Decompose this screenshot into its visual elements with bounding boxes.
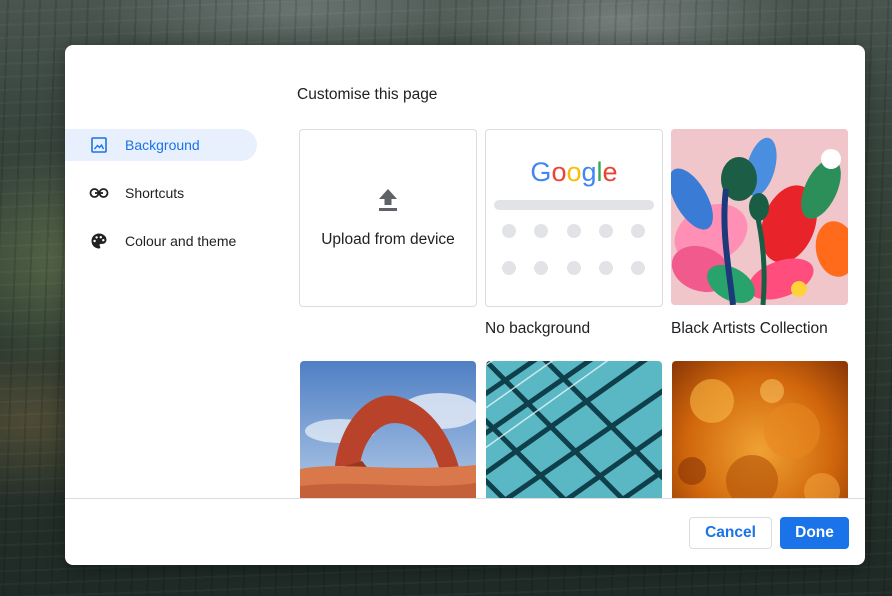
google-logo-letter: e [602, 157, 618, 187]
sidebar: Background Shortcuts Colour and theme [65, 129, 265, 273]
google-logo: Google [486, 157, 662, 188]
search-box-preview [494, 200, 654, 210]
orange-texture-image [672, 361, 848, 498]
dialog-title: Customise this page [297, 86, 438, 103]
shortcut-dot [631, 224, 645, 238]
shortcut-dot [502, 224, 516, 238]
no-background-tile[interactable]: Google [485, 129, 663, 307]
shortcut-dot [534, 261, 548, 275]
sidebar-item-label: Shortcuts [125, 185, 185, 201]
geometric-glass-tile[interactable] [486, 361, 662, 498]
google-logo-letter: g [581, 157, 597, 187]
image-icon [89, 135, 109, 155]
sidebar-item-label: Colour and theme [125, 233, 237, 249]
glass-facade-image [486, 361, 662, 498]
floral-artwork-image [671, 129, 848, 305]
upload-label: Upload from device [321, 230, 455, 248]
footer-divider [65, 498, 865, 499]
orange-texture-tile[interactable] [672, 361, 848, 498]
shortcut-dot [599, 261, 613, 275]
cancel-button[interactable]: Cancel [689, 517, 772, 549]
google-logo-letter: o [566, 157, 582, 187]
black-artists-collection-tile[interactable] [671, 129, 848, 305]
shortcut-dot [567, 261, 581, 275]
upload-from-device-tile[interactable]: Upload from device [299, 129, 477, 307]
desert-arch-image [300, 361, 476, 498]
done-button[interactable]: Done [780, 517, 849, 549]
sidebar-item-shortcuts[interactable]: Shortcuts [65, 177, 257, 209]
no-background-label: No background [485, 320, 591, 337]
shortcut-dot [502, 261, 516, 275]
shortcut-dot [599, 224, 613, 238]
black-artists-collection-label: Black Artists Collection [671, 320, 828, 337]
sidebar-item-colour-and-theme[interactable]: Colour and theme [65, 225, 257, 257]
sidebar-item-label: Background [125, 137, 200, 153]
shortcut-dot [567, 224, 581, 238]
customise-dialog: Customise this page Background Shortcuts… [65, 45, 865, 565]
shortcut-dot [631, 261, 645, 275]
google-logo-letter: G [530, 157, 552, 187]
google-logo-letter: o [551, 157, 567, 187]
link-icon [89, 183, 109, 203]
palette-icon [89, 231, 109, 251]
sidebar-item-background[interactable]: Background [65, 129, 257, 161]
upload-icon [377, 188, 399, 217]
dialog-scroll-area[interactable]: Customise this page Background Shortcuts… [65, 45, 865, 498]
arch-landscape-tile[interactable] [300, 361, 476, 498]
shortcut-dot [534, 224, 548, 238]
